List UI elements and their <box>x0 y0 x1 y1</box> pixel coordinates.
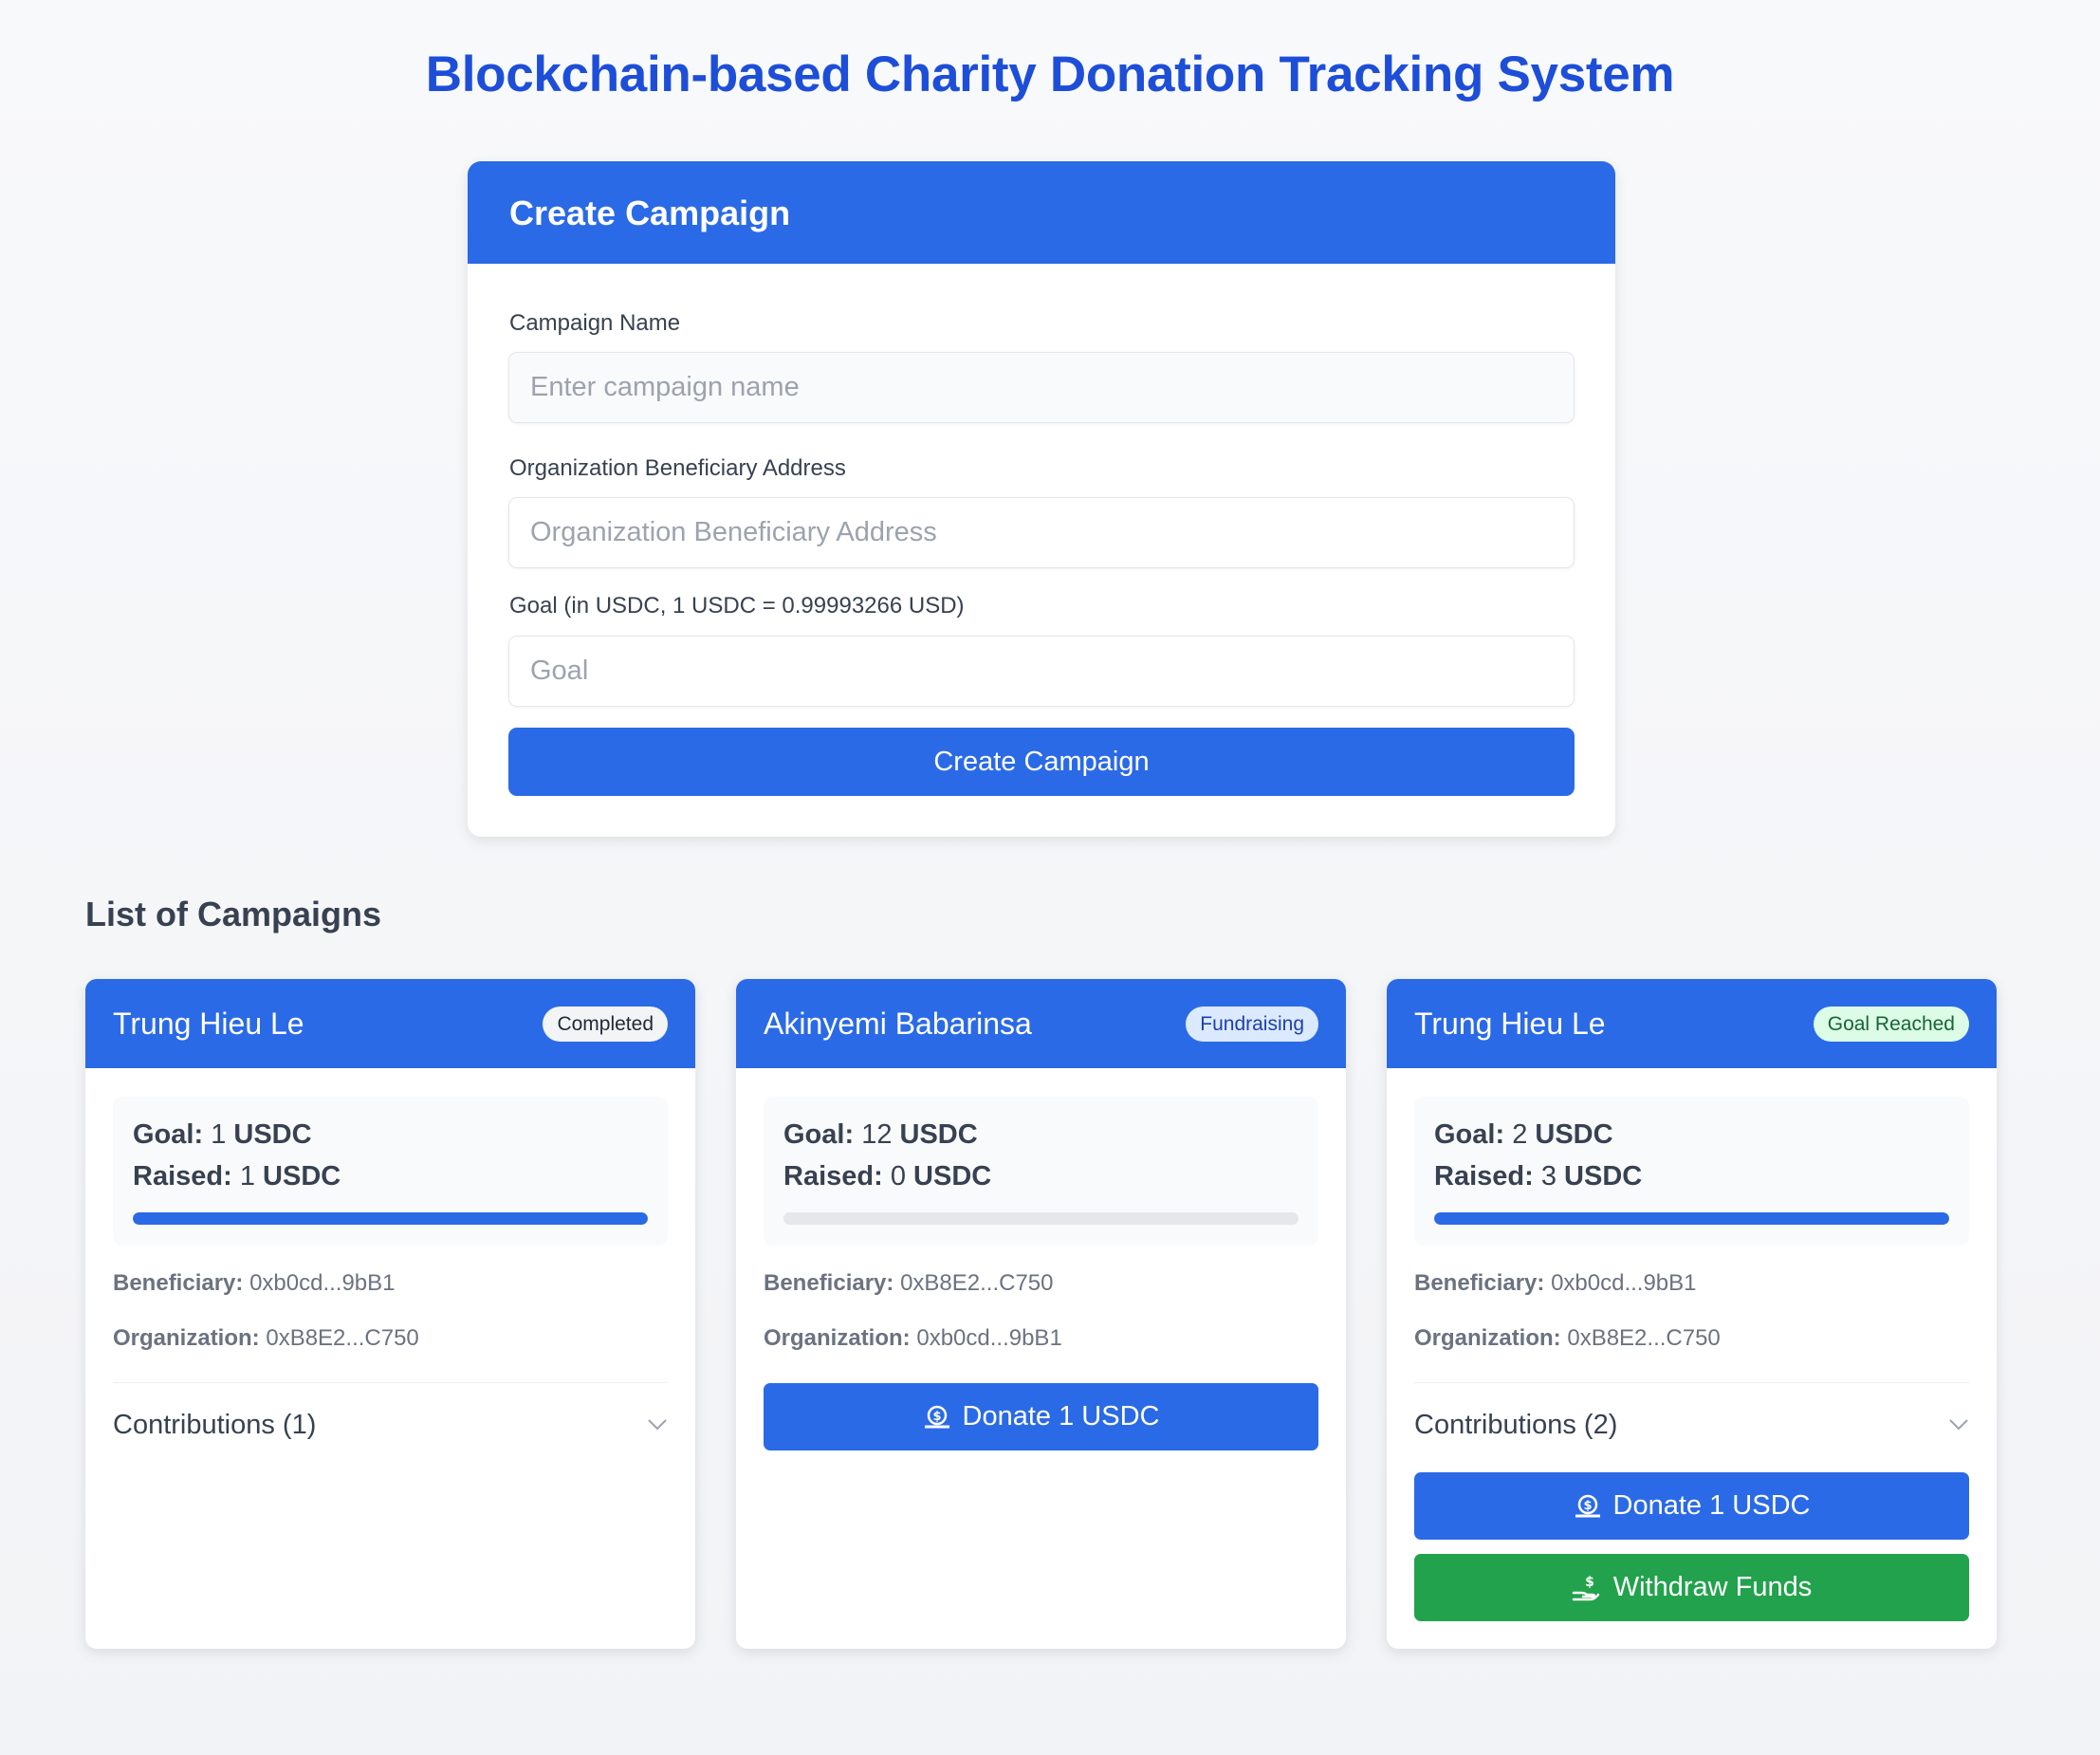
progress-fill <box>133 1212 648 1225</box>
beneficiary-address: 0xb0cd...9bB1 <box>1551 1270 1697 1296</box>
svg-text:$: $ <box>1583 1499 1592 1513</box>
donate-label: Donate 1 USDC <box>1612 1490 1811 1521</box>
svg-text:$: $ <box>932 1410 941 1424</box>
campaign-card: Akinyemi Babarinsa Fundraising Goal: 12 … <box>736 979 1346 1649</box>
campaign-list-title: List of Campaigns <box>85 895 382 933</box>
organization-key: Organization: <box>1414 1325 1561 1351</box>
raised-value: 1 <box>239 1161 255 1192</box>
goal-key: Goal: <box>133 1119 204 1150</box>
campaign-card: Trung Hieu Le Goal Reached Goal: 2 USDC … <box>1387 979 1997 1649</box>
organization-address-label: Organization Beneficiary Address <box>509 455 846 481</box>
organization-key: Organization: <box>113 1325 260 1351</box>
donate-label: Donate 1 USDC <box>962 1401 1160 1432</box>
organization-line: Organization: 0xB8E2...C750 <box>113 1325 419 1352</box>
status-badge: Goal Reached <box>1813 1006 1969 1042</box>
raised-value: 3 <box>1540 1161 1557 1192</box>
create-campaign-button[interactable]: Create Campaign <box>508 728 1575 796</box>
beneficiary-address: 0xb0cd...9bB1 <box>249 1270 396 1296</box>
goal-unit: USDC <box>1535 1119 1613 1150</box>
chevron-down-icon <box>647 1418 668 1432</box>
create-campaign-header: Create Campaign <box>468 161 1615 264</box>
goal-label: Goal (in USDC, 1 USDC = 0.99993266 USD) <box>509 593 965 619</box>
beneficiary-line: Beneficiary: 0xb0cd...9bB1 <box>113 1270 396 1297</box>
withdraw-label: Withdraw Funds <box>1612 1572 1813 1602</box>
chevron-down-icon <box>1948 1418 1969 1432</box>
campaign-header: Trung Hieu Le Goal Reached <box>1387 979 1997 1068</box>
raised-value: 0 <box>890 1161 906 1192</box>
raised-key: Raised: <box>1434 1161 1534 1192</box>
organization-line: Organization: 0xb0cd...9bB1 <box>764 1325 1062 1352</box>
beneficiary-key: Beneficiary: <box>113 1270 244 1296</box>
goal-unit: USDC <box>233 1119 312 1150</box>
beneficiary-address: 0xB8E2...C750 <box>900 1270 1054 1296</box>
goal-input[interactable] <box>508 636 1575 707</box>
status-badge: Fundraising <box>1186 1006 1318 1042</box>
beneficiary-key: Beneficiary: <box>764 1270 894 1296</box>
status-badge: Completed <box>543 1006 668 1042</box>
campaign-name: Trung Hieu Le <box>113 1006 304 1041</box>
beneficiary-line: Beneficiary: 0xB8E2...C750 <box>764 1270 1054 1297</box>
campaign-stats: Goal: 12 USDC Raised: 0 USDC <box>764 1097 1318 1246</box>
divider <box>1414 1382 1969 1383</box>
goal-value: 12 <box>861 1119 893 1150</box>
goal-line: Goal: 2 USDC <box>1434 1119 1613 1151</box>
goal-key: Goal: <box>1434 1119 1505 1150</box>
donate-button[interactable]: $ Donate 1 USDC <box>1414 1472 1969 1540</box>
campaign-stats: Goal: 2 USDC Raised: 3 USDC <box>1414 1097 1969 1246</box>
organization-address-input[interactable] <box>508 497 1575 568</box>
progress-bar <box>1434 1212 1949 1225</box>
campaign-name: Trung Hieu Le <box>1414 1006 1606 1041</box>
campaign-card: Trung Hieu Le Completed Goal: 1 USDC Rai… <box>85 979 695 1649</box>
campaign-name-label: Campaign Name <box>509 310 681 336</box>
raised-line: Raised: 0 USDC <box>783 1161 991 1192</box>
campaign-header: Akinyemi Babarinsa Fundraising <box>736 979 1346 1068</box>
goal-line: Goal: 12 USDC <box>783 1119 978 1151</box>
organization-key: Organization: <box>764 1325 911 1351</box>
organization-address: 0xB8E2...C750 <box>1567 1325 1721 1351</box>
raised-line: Raised: 1 USDC <box>133 1161 341 1192</box>
goal-value: 2 <box>1512 1119 1528 1150</box>
progress-fill <box>1434 1212 1949 1225</box>
raised-key: Raised: <box>133 1161 232 1192</box>
campaign-name: Akinyemi Babarinsa <box>764 1006 1032 1041</box>
campaign-stats: Goal: 1 USDC Raised: 1 USDC <box>113 1097 668 1246</box>
organization-address: 0xB8E2...C750 <box>266 1325 419 1351</box>
beneficiary-line: Beneficiary: 0xb0cd...9bB1 <box>1414 1270 1697 1297</box>
donate-coin-icon: $ <box>923 1403 951 1432</box>
beneficiary-key: Beneficiary: <box>1414 1270 1545 1296</box>
create-campaign-card: Create Campaign Campaign Name Organizati… <box>468 161 1615 837</box>
hand-coin-icon: $ <box>1572 1574 1602 1602</box>
contributions-label: Contributions (1) <box>113 1409 317 1440</box>
organization-line: Organization: 0xB8E2...C750 <box>1414 1325 1721 1352</box>
svg-text:$: $ <box>1585 1575 1594 1590</box>
goal-unit: USDC <box>899 1119 978 1150</box>
raised-unit: USDC <box>263 1161 341 1192</box>
raised-unit: USDC <box>913 1161 992 1192</box>
progress-bar <box>783 1212 1299 1225</box>
donate-button[interactable]: $ Donate 1 USDC <box>764 1383 1318 1450</box>
campaign-header: Trung Hieu Le Completed <box>85 979 695 1068</box>
contributions-label: Contributions (2) <box>1414 1409 1618 1440</box>
organization-address: 0xb0cd...9bB1 <box>916 1325 1062 1351</box>
contributions-toggle[interactable]: Contributions (2) <box>1414 1396 1969 1453</box>
goal-line: Goal: 1 USDC <box>133 1119 312 1151</box>
progress-bar <box>133 1212 648 1225</box>
campaign-name-input[interactable] <box>508 352 1575 423</box>
contributions-toggle[interactable]: Contributions (1) <box>113 1396 668 1453</box>
goal-value: 1 <box>211 1119 227 1150</box>
raised-key: Raised: <box>783 1161 883 1192</box>
goal-key: Goal: <box>783 1119 855 1150</box>
raised-unit: USDC <box>1564 1161 1643 1192</box>
withdraw-funds-button[interactable]: $ Withdraw Funds <box>1414 1554 1969 1621</box>
raised-line: Raised: 3 USDC <box>1434 1161 1642 1192</box>
donate-coin-icon: $ <box>1574 1492 1602 1521</box>
divider <box>113 1382 668 1383</box>
page-title: Blockchain-based Charity Donation Tracki… <box>425 46 1675 102</box>
